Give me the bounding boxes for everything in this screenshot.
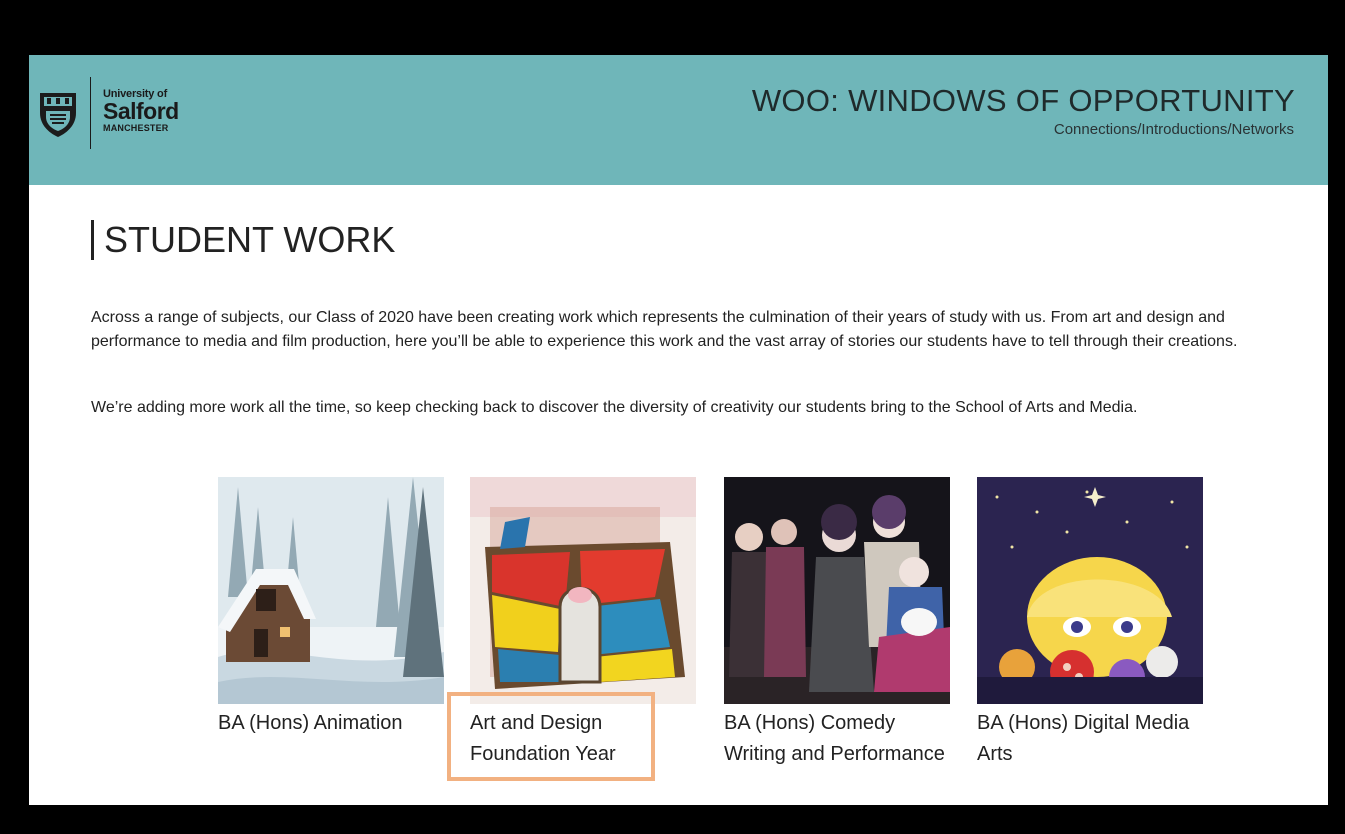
university-logo[interactable]: University of Salford MANCHESTER bbox=[103, 89, 179, 133]
site-subtitle: Connections/Introductions/Networks bbox=[1053, 121, 1294, 138]
page-frame: University of Salford MANCHESTER WOO: WI… bbox=[29, 55, 1328, 805]
course-card-comedy[interactable]: BA (Hons) Comedy Writing and Performance bbox=[724, 477, 950, 770]
cartoon-character-image[interactable] bbox=[977, 477, 1203, 704]
logo-divider bbox=[90, 77, 91, 149]
course-card-animation[interactable]: BA (Hons) Animation bbox=[218, 477, 444, 739]
university-crest-icon[interactable] bbox=[37, 87, 79, 139]
logo-line-3: MANCHESTER bbox=[103, 123, 169, 133]
course-card-art-design[interactable]: Art and Design Foundation Year bbox=[470, 477, 696, 770]
course-label-animation[interactable]: BA (Hons) Animation bbox=[218, 708, 444, 739]
course-label-comedy[interactable]: BA (Hons) Comedy Writing and Performance bbox=[724, 708, 950, 770]
update-paragraph: We’re adding more work all the time, so … bbox=[91, 399, 1138, 416]
course-card-digital-media[interactable]: BA (Hons) Digital Media Arts bbox=[977, 477, 1203, 770]
theatre-cast-image[interactable] bbox=[724, 477, 950, 704]
logo-line-2: Salford bbox=[103, 98, 179, 124]
site-title[interactable]: WOO: WINDOWS OF OPPORTUNITY bbox=[752, 83, 1295, 119]
snowy-cabin-image[interactable] bbox=[218, 477, 444, 704]
intro-paragraph: Across a range of subjects, our Class of… bbox=[91, 309, 1238, 350]
site-header: University of Salford MANCHESTER WOO: WI… bbox=[29, 55, 1328, 185]
course-label-digital-media[interactable]: BA (Hons) Digital Media Arts bbox=[977, 708, 1203, 770]
page-title: STUDENT WORK bbox=[91, 220, 395, 260]
course-label-art-design[interactable]: Art and Design Foundation Year bbox=[470, 708, 696, 770]
stained-glass-model-image[interactable] bbox=[470, 477, 696, 704]
